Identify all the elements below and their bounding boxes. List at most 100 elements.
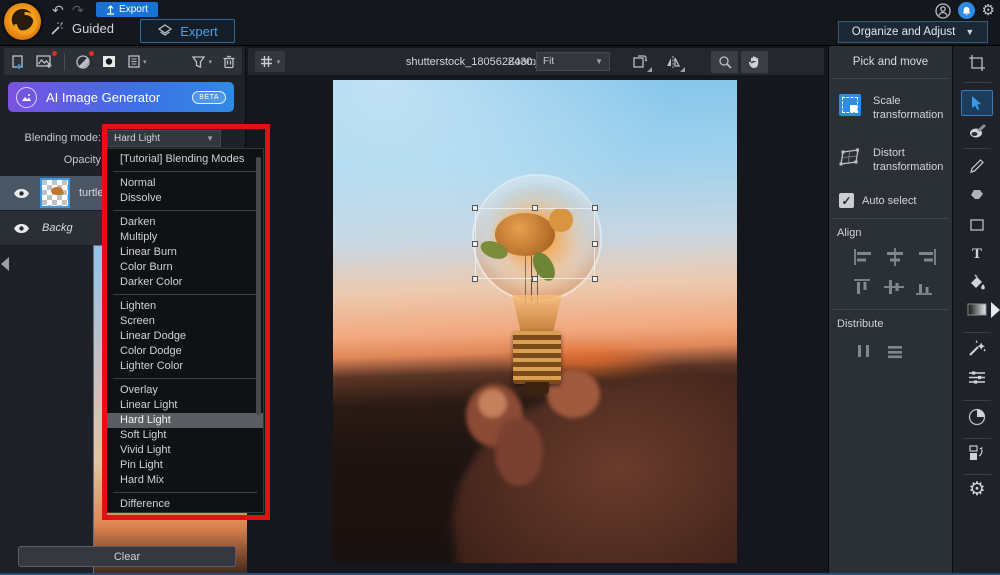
scale-transformation-icon	[839, 94, 861, 116]
flyout-indicator	[680, 66, 685, 72]
tab-expert[interactable]: Expert	[140, 19, 235, 43]
align-top-button[interactable]	[853, 278, 875, 296]
ai-image-generator-button[interactable]: AI Image Generator BETA	[8, 82, 234, 112]
toolbar-divider	[963, 438, 991, 439]
layers-toolbar: ▾ ▾	[4, 48, 242, 75]
tab-guided[interactable]: Guided	[50, 21, 114, 36]
selection-handle[interactable]	[531, 276, 538, 283]
auto-select-checkbox[interactable]: ✓	[839, 193, 854, 208]
collapse-panel-icon[interactable]	[1, 257, 9, 271]
flyout-indicator	[647, 66, 652, 72]
pencil-tool[interactable]	[953, 158, 1000, 174]
expert-label: Expert	[180, 23, 218, 39]
photo-canvas[interactable]	[333, 80, 737, 563]
magic-wand-tool[interactable]	[953, 340, 1000, 357]
beta-badge: BETA	[192, 90, 226, 104]
badge-dot	[52, 51, 57, 56]
ai-image-icon	[16, 86, 37, 108]
chevron-down-icon: ▼	[595, 57, 603, 66]
new-image-layer-button[interactable]	[36, 51, 57, 69]
toolbar-divider	[64, 52, 65, 71]
selection-handle[interactable]	[471, 240, 478, 247]
photo-bulb-base	[512, 331, 562, 385]
preferences-gear-tool[interactable]: ⚙	[953, 480, 1000, 500]
grid-toggle-button[interactable]: ▾	[255, 51, 285, 72]
zoom-value: Fit	[543, 56, 555, 67]
distribute-vertical-button[interactable]	[884, 342, 906, 360]
selection-bounding-box[interactable]	[471, 204, 599, 283]
clear-button[interactable]: Clear	[18, 546, 236, 567]
guided-label: Guided	[72, 21, 114, 36]
zoom-tool-button[interactable]	[711, 50, 738, 73]
align-left-button[interactable]	[853, 248, 875, 266]
photo-finger	[494, 418, 544, 486]
layer-thumbnail[interactable]	[40, 178, 70, 208]
align-center-horizontal-button[interactable]	[884, 248, 906, 266]
toolbar-divider	[963, 82, 991, 83]
fill-bucket-tool[interactable]	[953, 274, 1000, 290]
export-button[interactable]: Export	[96, 2, 158, 17]
chevron-down-icon: ▾	[143, 58, 147, 66]
settings-gear-icon[interactable]: ⚙	[982, 2, 995, 19]
align-right-button[interactable]	[915, 248, 937, 266]
selection-handle[interactable]	[471, 276, 478, 283]
align-middle-vertical-button[interactable]	[884, 278, 906, 296]
rotate-button[interactable]	[626, 51, 653, 73]
align-bottom-button[interactable]	[915, 278, 937, 296]
distort-transformation-label: Distort transformation	[873, 147, 944, 173]
zoom-label: Zoom:	[508, 55, 540, 68]
tone-circle-tool[interactable]	[953, 408, 1000, 426]
magic-wand-icon	[51, 22, 63, 35]
distort-transformation-option[interactable]: Distort transformation	[839, 146, 949, 174]
pick-tool-selected[interactable]	[961, 90, 993, 116]
new-layer-button[interactable]	[10, 54, 26, 70]
distort-transformation-icon	[839, 148, 859, 166]
chevron-down-icon: ▼	[965, 27, 975, 37]
organize-header-label: Organize and Adjust	[851, 26, 956, 38]
panel-divider	[833, 309, 949, 310]
selection-handle[interactable]	[592, 240, 599, 247]
redo-icon[interactable]: ↷	[72, 2, 84, 19]
crop-tool[interactable]	[953, 54, 1000, 72]
distribute-label: Distribute	[837, 318, 884, 330]
pan-hand-button[interactable]	[741, 50, 768, 73]
blending-mode-label: Blending mode:	[24, 132, 101, 144]
selection-handle[interactable]	[592, 204, 599, 211]
badge-dot	[89, 50, 94, 56]
delete-layer-button[interactable]	[222, 54, 236, 69]
export-layers-tool[interactable]	[953, 444, 1000, 462]
align-label: Align	[837, 227, 862, 239]
organize-and-adjust-dropdown[interactable]: Organize and Adjust ▼	[838, 21, 988, 43]
layer-visibility-eye-icon[interactable]	[13, 223, 33, 234]
auto-select-option[interactable]: ✓ Auto select	[839, 193, 916, 208]
chevron-down-icon: ▾	[208, 58, 212, 66]
flip-button[interactable]	[659, 51, 686, 73]
zoom-level-dropdown[interactable]: Fit ▼	[536, 52, 610, 71]
selection-handle[interactable]	[471, 204, 478, 211]
expand-flyout-icon[interactable]	[991, 302, 1000, 318]
mask-layer-button[interactable]	[101, 54, 117, 69]
annotation-highlight-rectangle	[102, 124, 270, 520]
selection-handle[interactable]	[531, 204, 538, 211]
adjustment-sliders-tool[interactable]	[953, 370, 1000, 385]
ai-button-label: AI Image Generator	[46, 89, 161, 105]
adjustment-layer-button[interactable]	[75, 50, 94, 70]
clear-label: Clear	[113, 550, 141, 563]
chevron-down-icon: ▾	[276, 58, 281, 66]
layer-menu-button[interactable]: ▾	[127, 54, 147, 69]
notifications-icon[interactable]	[957, 2, 975, 19]
undo-icon[interactable]: ↶	[52, 2, 64, 19]
app-window: ↶ ↷ Export Guided Expert ⚙ ▾ ▾ AI Image …	[0, 0, 1000, 575]
text-tool[interactable]: T	[953, 246, 1000, 263]
canvas-toolbar: ▾ shutterstock_1805628430.jpg Zoom: Fit …	[248, 48, 824, 75]
clone-tool[interactable]	[953, 122, 1000, 139]
filter-button[interactable]: ▾	[191, 55, 212, 69]
account-icon[interactable]	[934, 2, 951, 19]
toolbar-divider	[963, 332, 991, 333]
layer-visibility-eye-icon[interactable]	[13, 188, 33, 199]
eraser-tool[interactable]	[953, 188, 1000, 201]
scale-transformation-option[interactable]: Scale transformation	[839, 94, 949, 122]
shape-tool[interactable]	[953, 218, 1000, 232]
distribute-horizontal-button[interactable]	[853, 342, 875, 360]
selection-handle[interactable]	[592, 276, 599, 283]
